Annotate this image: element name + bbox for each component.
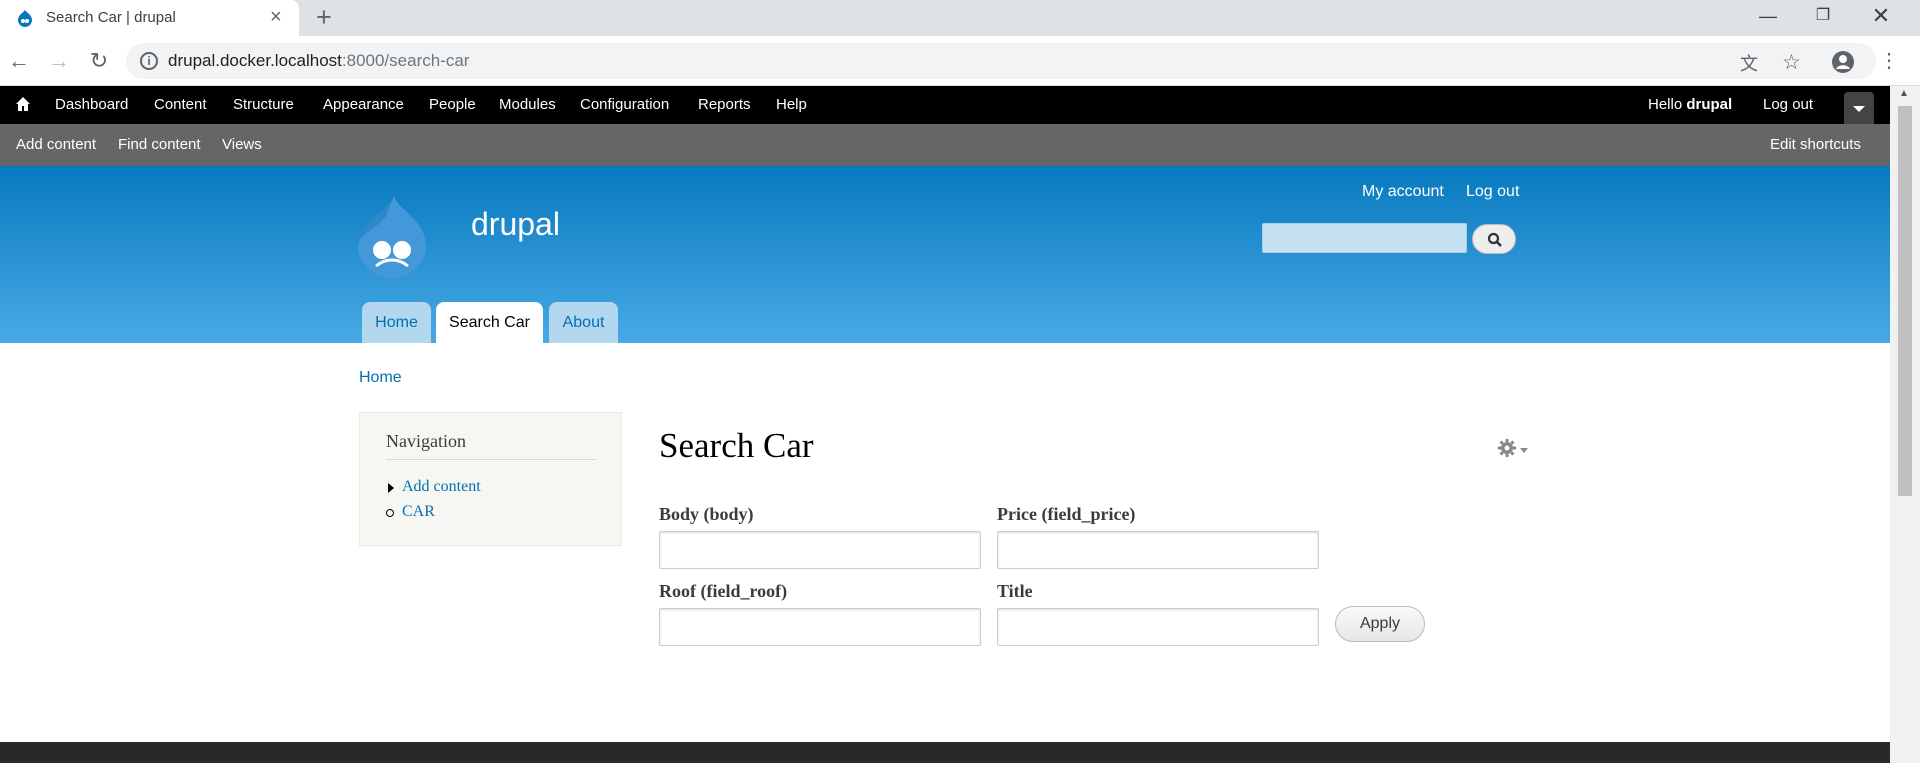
close-tab-icon[interactable]: × (270, 6, 282, 28)
admin-item-modules[interactable]: Modules (499, 96, 556, 113)
new-tab-button[interactable]: + (316, 3, 332, 31)
hello-prefix: Hello (1648, 96, 1687, 113)
roof-input[interactable] (659, 608, 981, 646)
bookmark-star-icon[interactable]: ☆ (1782, 50, 1801, 75)
body-label: Body (body) (659, 504, 754, 524)
search-input[interactable] (1262, 223, 1467, 253)
shortcuts-toggle-button[interactable] (1844, 92, 1874, 124)
admin-logout-link[interactable]: Log out (1763, 96, 1813, 113)
hello-username[interactable]: drupal (1686, 96, 1732, 113)
shortcut-find-content[interactable]: Find content (118, 136, 201, 153)
admin-item-content[interactable]: Content (154, 96, 207, 113)
browser-window: Search Car | drupal × + — ❐ ✕ ← → ↻ i dr… (0, 0, 1920, 763)
home-icon[interactable] (14, 95, 32, 113)
tab-title: Search Car | drupal (46, 9, 176, 26)
admin-item-reports[interactable]: Reports (698, 96, 751, 113)
scroll-thumb[interactable] (1898, 106, 1912, 496)
shortcut-views[interactable]: Views (222, 136, 262, 153)
sidebar-item-car[interactable]: CAR (402, 503, 435, 521)
site-footer (0, 742, 1890, 763)
window-close-icon[interactable]: ✕ (1858, 0, 1904, 32)
breadcrumb[interactable]: Home (359, 369, 402, 387)
url-text[interactable]: drupal.docker.localhost:8000/search-car (168, 51, 469, 71)
admin-item-appearance[interactable]: Appearance (323, 96, 404, 113)
url-host: drupal.docker.localhost (168, 51, 342, 70)
shortcuts-bar: Add content Find content Views Edit shor… (0, 124, 1890, 166)
page-scrollbar[interactable]: ▲ (1890, 86, 1920, 763)
scroll-up-arrow-icon[interactable]: ▲ (1899, 88, 1909, 99)
price-input[interactable] (997, 531, 1319, 569)
sidebar-item-add-content[interactable]: Add content (402, 478, 481, 496)
admin-item-configuration[interactable]: Configuration (580, 96, 669, 113)
tab-search-car[interactable]: Search Car (436, 302, 543, 343)
title-label: Title (997, 581, 1033, 601)
drupal-favicon-icon (18, 10, 32, 27)
header-logout-link[interactable]: Log out (1466, 183, 1519, 201)
my-account-link[interactable]: My account (1362, 183, 1444, 201)
admin-hello: Hello drupal (1648, 96, 1732, 113)
bullet-icon (386, 509, 394, 517)
expand-arrow-icon (388, 483, 394, 493)
profile-icon[interactable] (1831, 50, 1855, 74)
url-path: :8000/search-car (341, 51, 470, 70)
browser-toolbar: ← → ↻ i drupal.docker.localhost:8000/sea… (0, 36, 1920, 86)
admin-item-people[interactable]: People (429, 96, 476, 113)
reload-icon[interactable]: ↻ (84, 46, 114, 76)
drupal-logo-icon[interactable] (356, 194, 428, 278)
admin-item-help[interactable]: Help (776, 96, 807, 113)
address-bar[interactable]: i drupal.docker.localhost:8000/search-ca… (126, 43, 1876, 79)
site-info-icon[interactable]: i (140, 52, 158, 70)
site-header (0, 166, 1890, 343)
price-label: Price (field_price) (997, 504, 1136, 524)
navigation-title: Navigation (386, 431, 466, 451)
gear-icon[interactable] (1496, 436, 1532, 460)
edit-shortcuts-link[interactable]: Edit shortcuts (1770, 136, 1861, 153)
apply-button[interactable]: Apply (1335, 606, 1425, 642)
browser-tab[interactable]: Search Car | drupal × (0, 0, 299, 36)
menu-kebab-icon[interactable]: ⋮ (1879, 46, 1899, 76)
restore-icon[interactable]: ❐ (1800, 0, 1846, 32)
roof-label: Roof (field_roof) (659, 581, 788, 601)
admin-toolbar: Dashboard Content Structure Appearance P… (0, 86, 1890, 124)
search-icon (1487, 232, 1502, 247)
forward-icon[interactable]: → (44, 46, 74, 76)
site-name[interactable]: drupal (471, 206, 560, 243)
navigation-block: Navigation Add content CAR (359, 412, 622, 546)
search-button[interactable] (1472, 224, 1516, 254)
navigation-divider (386, 459, 596, 460)
title-input[interactable] (997, 608, 1319, 646)
admin-item-dashboard[interactable]: Dashboard (55, 96, 128, 113)
tab-about[interactable]: About (549, 302, 618, 343)
page-title: Search Car (659, 426, 814, 465)
tab-home[interactable]: Home (362, 302, 431, 343)
shortcut-add-content[interactable]: Add content (16, 136, 96, 153)
translate-icon[interactable]: 文 (1740, 50, 1758, 76)
back-icon[interactable]: ← (4, 46, 34, 76)
body-input[interactable] (659, 531, 981, 569)
tab-strip: Search Car | drupal × + — ❐ ✕ (0, 0, 1920, 36)
admin-item-structure[interactable]: Structure (233, 96, 294, 113)
minimize-icon[interactable]: — (1745, 0, 1791, 32)
web-page: Dashboard Content Structure Appearance P… (0, 86, 1890, 763)
